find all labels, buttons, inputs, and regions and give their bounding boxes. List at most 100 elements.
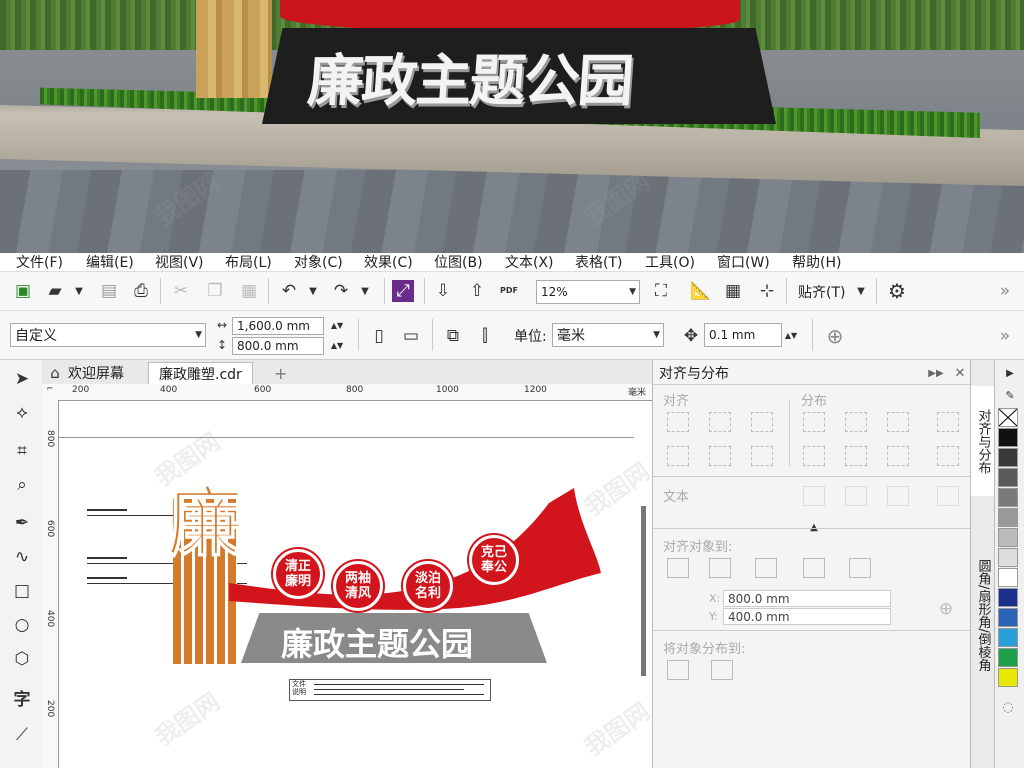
color-swatch[interactable]: [998, 608, 1018, 627]
align-top-icon[interactable]: [667, 446, 689, 466]
align-to-page-center-icon[interactable]: [755, 558, 777, 578]
nudge-spinner-icon[interactable]: ▲▼: [782, 324, 800, 346]
overflow-chevron-icon[interactable]: »: [994, 325, 1016, 347]
all-pages-icon[interactable]: ⧉: [442, 325, 464, 347]
show-grid-icon[interactable]: ▦: [722, 280, 744, 302]
x-coordinate-input[interactable]: 800.0 mm: [723, 590, 891, 607]
align-to-point-icon[interactable]: [849, 558, 871, 578]
side-tab-align[interactable]: 对齐与分布: [971, 386, 995, 496]
palette-settings-icon[interactable]: ◌: [997, 696, 1019, 718]
show-guidelines-icon[interactable]: ⊹: [756, 280, 778, 302]
color-swatch[interactable]: [998, 528, 1018, 547]
collapse-up-icon[interactable]: ▲: [803, 516, 825, 538]
align-bottom-icon[interactable]: [751, 446, 773, 466]
align-center-v-icon[interactable]: [709, 446, 731, 466]
zoom-level-select[interactable]: 12% ▼: [536, 280, 640, 304]
align-to-grid-icon[interactable]: [803, 558, 825, 578]
distribute-top-icon[interactable]: [803, 446, 825, 466]
import-icon[interactable]: ⇩: [432, 280, 454, 302]
close-icon[interactable]: ✕: [949, 362, 971, 384]
menu-view[interactable]: 视图(V): [155, 252, 204, 272]
page-height-input[interactable]: 800.0 mm: [232, 337, 324, 355]
color-swatch[interactable]: [998, 428, 1018, 447]
undo-dropdown-icon[interactable]: ▼: [302, 280, 324, 302]
vertical-ruler[interactable]: 800 600 400 200: [42, 400, 59, 768]
export-icon[interactable]: ⇧: [466, 280, 488, 302]
tab-welcome[interactable]: 欢迎屏幕: [68, 362, 124, 384]
ruler-origin[interactable]: ⌐: [42, 384, 59, 401]
side-tab-corner[interactable]: 圆角/扇形角/倒棱角: [971, 540, 995, 690]
full-screen-icon[interactable]: ⛶: [650, 280, 672, 302]
text-align-outline-icon[interactable]: [937, 486, 959, 506]
artistic-media-icon[interactable]: ∿: [11, 546, 33, 568]
nudge-distance-input[interactable]: 0.1 mm: [704, 323, 782, 347]
menu-layout[interactable]: 布局(L): [225, 252, 272, 272]
polygon-tool-icon[interactable]: ⬡: [11, 648, 33, 670]
landscape-icon[interactable]: ▭: [400, 325, 422, 347]
show-rulers-icon[interactable]: 📐: [690, 280, 712, 302]
color-swatch[interactable]: [998, 468, 1018, 487]
color-swatch[interactable]: [998, 648, 1018, 667]
cut-icon[interactable]: ✂: [170, 280, 192, 302]
menu-text[interactable]: 文本(X): [505, 252, 554, 272]
home-icon[interactable]: ⌂: [44, 362, 66, 384]
rectangle-tool-icon[interactable]: □: [11, 580, 33, 602]
paste-icon[interactable]: ▦: [238, 280, 260, 302]
dimension-tool-icon[interactable]: ⟋: [11, 724, 33, 746]
distribute-right-icon[interactable]: [937, 412, 959, 432]
align-right-icon[interactable]: [751, 412, 773, 432]
vertical-scrollbar[interactable]: [641, 506, 646, 676]
color-swatch[interactable]: [998, 568, 1018, 587]
color-swatch[interactable]: [998, 628, 1018, 647]
menu-tools[interactable]: 工具(O): [645, 252, 695, 272]
color-swatch[interactable]: [998, 548, 1018, 567]
gear-icon[interactable]: ⚙: [886, 279, 908, 303]
distribute-bottom-icon[interactable]: [937, 446, 959, 466]
snap-dropdown-icon[interactable]: ▼: [850, 280, 872, 302]
undo-icon[interactable]: ↶: [278, 280, 300, 302]
overflow-chevron-icon[interactable]: »: [994, 280, 1016, 302]
redo-icon[interactable]: ↷: [330, 280, 352, 302]
unit-select[interactable]: 毫米 ▼: [552, 323, 664, 347]
align-to-active-icon[interactable]: [667, 558, 689, 578]
menu-table[interactable]: 表格(T): [575, 252, 622, 272]
tab-document[interactable]: 廉政雕塑.cdr: [148, 362, 253, 385]
distribute-to-page-icon[interactable]: [711, 660, 733, 680]
color-swatch[interactable]: [998, 588, 1018, 607]
distribute-middle-icon[interactable]: [845, 446, 867, 466]
open-folder-icon[interactable]: ▰: [44, 280, 66, 302]
palette-arrow-icon[interactable]: ▶: [999, 362, 1021, 384]
distribute-vspacing-icon[interactable]: [887, 446, 909, 466]
snap-to-dropdown[interactable]: 贴齐(T): [798, 282, 845, 302]
menu-file[interactable]: 文件(F): [16, 252, 63, 272]
page-preset-select[interactable]: 自定义 ▼: [10, 323, 206, 347]
no-fill-swatch[interactable]: [998, 408, 1018, 427]
y-coordinate-input[interactable]: 400.0 mm: [723, 608, 891, 625]
docker-collapse-icon[interactable]: ▶▶: [925, 362, 947, 384]
text-align-last-icon[interactable]: [845, 486, 867, 506]
open-dropdown-icon[interactable]: ▼: [68, 280, 90, 302]
zoom-tool-icon[interactable]: ⌕: [11, 474, 33, 496]
distribute-spacing-icon[interactable]: [887, 412, 909, 432]
width-spinner-icon[interactable]: ▲▼: [326, 316, 348, 334]
shape-tool-icon[interactable]: ⟡: [11, 402, 33, 424]
align-center-h-icon[interactable]: [709, 412, 731, 432]
height-spinner-icon[interactable]: ▲▼: [326, 336, 348, 354]
distribute-left-icon[interactable]: [803, 412, 825, 432]
text-align-box-icon[interactable]: [887, 486, 909, 506]
page-width-input[interactable]: 1,600.0 mm: [232, 317, 324, 335]
add-icon[interactable]: ⊕: [824, 324, 846, 348]
drawing-canvas[interactable]: 廉 清正 廉明 两袖 清风 淡泊 名利 克己 奉公 廉政主题公园 文件 说明: [59, 401, 652, 768]
portrait-icon[interactable]: ▯: [368, 325, 390, 347]
print-icon[interactable]: ⎙: [130, 280, 152, 302]
menu-help[interactable]: 帮助(H): [792, 252, 841, 272]
copy-icon[interactable]: ❐: [204, 280, 226, 302]
search-content-icon[interactable]: ⤢: [392, 280, 414, 302]
color-swatch[interactable]: [998, 668, 1018, 687]
redo-dropdown-icon[interactable]: ▼: [354, 280, 376, 302]
new-tab-button[interactable]: +: [274, 362, 287, 384]
color-swatch[interactable]: [998, 448, 1018, 467]
text-tool-icon[interactable]: 字: [11, 686, 33, 710]
save-icon[interactable]: ▤: [98, 280, 120, 302]
current-page-icon[interactable]: ⫿: [474, 325, 496, 347]
